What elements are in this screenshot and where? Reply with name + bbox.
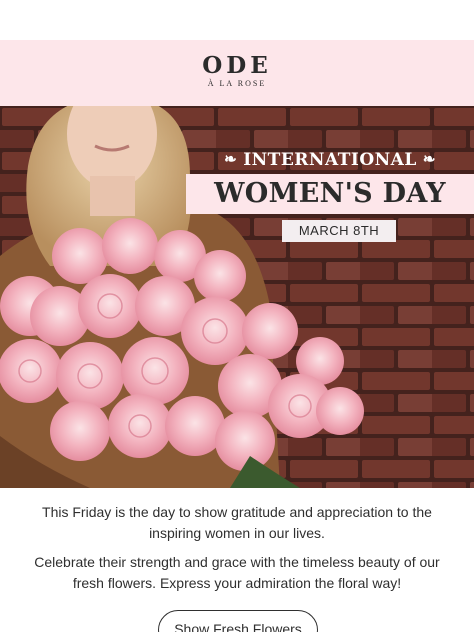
logo-main-text: ODE <box>202 52 272 79</box>
show-fresh-flowers-button[interactable]: Show Fresh Flowers <box>158 610 318 632</box>
womens-day-banner: ❧ INTERNATIONAL ❧ WOMEN'S DAY MARCH 8TH <box>186 148 474 246</box>
email-header: ODE À LA ROSE <box>0 40 474 106</box>
brand-logo[interactable]: ODE À LA ROSE <box>0 52 474 89</box>
body-copy: This Friday is the day to show gratitude… <box>0 502 474 602</box>
banner-title-line2: WOMEN'S DAY <box>186 174 474 214</box>
leaf-right-icon: ❧ <box>422 150 436 168</box>
banner-line1-text: INTERNATIONAL <box>243 150 417 170</box>
body-paragraph-1: This Friday is the day to show gratitude… <box>42 504 432 541</box>
top-strip <box>0 0 474 40</box>
banner-title-line1: ❧ INTERNATIONAL ❧ <box>186 148 474 170</box>
date-badge: MARCH 8TH <box>282 220 396 242</box>
leaf-left-icon: ❧ <box>224 150 238 168</box>
logo-sub-text: À LA ROSE <box>207 79 267 88</box>
body-paragraph-2: Celebrate their strength and grace with … <box>34 554 440 591</box>
